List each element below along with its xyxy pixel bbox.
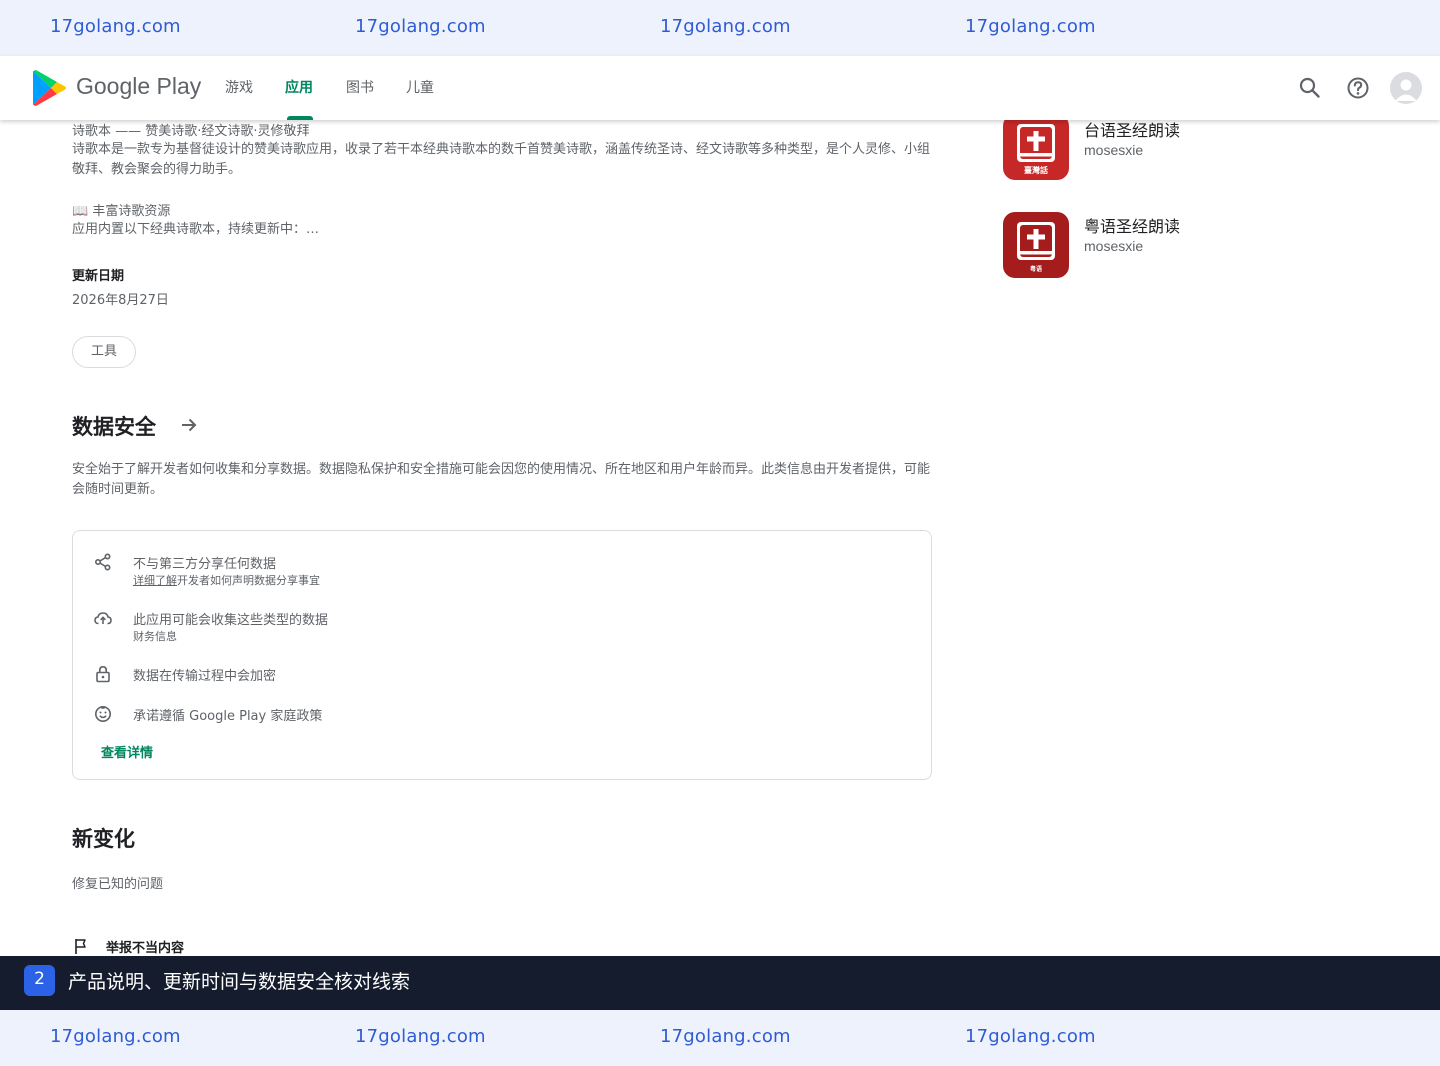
description-resource-body: 应用内置以下经典诗歌本，持续更新中：… — [72, 222, 320, 237]
app-icon-text: 臺灣話 — [1024, 166, 1048, 175]
data-safety-item-sub-text: 开发者如何声明数据分享事宜 — [177, 574, 320, 587]
watermark-text: 17golang.com — [50, 1026, 181, 1047]
help-icon[interactable] — [1344, 74, 1372, 102]
data-safety-item-main: 此应用可能会收集这些类型的数据 — [133, 613, 329, 628]
updated-date-value: 2026年8月27日 — [72, 293, 169, 308]
watermark-text: 17golang.com — [660, 1026, 791, 1047]
whats-new-body: 修复已知的问题 — [72, 877, 164, 892]
google-play-logo-icon[interactable] — [30, 69, 68, 107]
data-safety-item-sub: 详细了解开发者如何声明数据分享事宜 — [133, 572, 320, 588]
data-safety-card: 不与第三方分享任何数据 详细了解开发者如何声明数据分享事宜 此应用可能会收集这些… — [72, 530, 932, 780]
similar-app-name: 粤语圣经朗读 — [1084, 217, 1181, 236]
app-icon-text: 粤语 — [1029, 266, 1042, 273]
data-safety-title[interactable]: 数据安全 — [72, 411, 156, 441]
data-safety-description: 安全始于了解开发者如何收集和分享数据。数据隐私保护和安全措施可能会因您的使用情况… — [72, 462, 931, 497]
watermark-text: 17golang.com — [355, 1026, 486, 1047]
nav-tab-kids[interactable]: 儿童 — [406, 56, 434, 120]
similar-app-card[interactable]: 粤语 粤语圣经朗读 mosesxie — [1003, 210, 1303, 280]
watermark-bar-top: 17golang.com 17golang.com 17golang.com 1… — [0, 0, 1440, 56]
family-icon — [95, 706, 111, 722]
caption-bar: 2 产品说明、更新时间与数据安全核对线索 — [0, 956, 1440, 1010]
lock-icon — [96, 665, 110, 683]
description-title-line: 诗歌本 —— 赞美诗歌·经文诗歌·灵修敬拜 — [72, 124, 310, 139]
see-details-link[interactable]: 查看详情 — [101, 742, 153, 761]
watermark-bar-bottom: 17golang.com 17golang.com 17golang.com 1… — [0, 1010, 1440, 1066]
account-icon[interactable] — [1390, 72, 1422, 104]
top-app-bar: Google Play 游戏 应用 图书 儿童 — [0, 56, 1440, 120]
learn-more-link[interactable]: 详细了解 — [133, 574, 177, 587]
arrow-right-icon[interactable] — [178, 414, 200, 436]
watermark-text: 17golang.com — [965, 1026, 1096, 1047]
data-safety-item-main: 承诺遵循 Google Play 家庭政策 — [133, 709, 323, 724]
description-body: 诗歌本是一款专为基督徒设计的赞美诗歌应用，收录了若干本经典诗歌本的数千首赞美诗歌… — [72, 142, 931, 177]
similar-app-developer: mosesxie — [1084, 142, 1144, 158]
report-button[interactable]: 举报不当内容 — [72, 936, 252, 956]
nav-tab-apps[interactable]: 应用 — [285, 56, 313, 120]
nav-tab-books[interactable]: 图书 — [346, 56, 374, 120]
similar-app-card[interactable]: 臺灣話 台语圣经朗读 mosesxie — [1003, 114, 1303, 184]
description-resource-title: 📖 丰富诗歌资源 — [72, 204, 171, 219]
nav-tab-games[interactable]: 游戏 — [225, 56, 253, 120]
step-badge: 2 — [24, 965, 55, 996]
share-icon — [94, 553, 111, 571]
watermark-text: 17golang.com — [355, 16, 486, 37]
report-label: 举报不当内容 — [106, 941, 185, 956]
active-tab-indicator — [287, 116, 313, 120]
watermark-text: 17golang.com — [965, 16, 1096, 37]
data-safety-item-sub: 财务信息 — [133, 630, 177, 643]
similar-app-developer: mosesxie — [1084, 238, 1144, 254]
watermark-text: 17golang.com — [660, 16, 791, 37]
caption-text: 产品说明、更新时间与数据安全核对线索 — [68, 971, 411, 993]
brand-name[interactable]: Google Play — [76, 73, 201, 100]
updated-date-label: 更新日期 — [72, 269, 125, 284]
cloud-upload-icon — [94, 612, 112, 625]
data-safety-item-main: 数据在传输过程中会加密 — [133, 669, 277, 684]
flag-icon — [75, 939, 86, 954]
search-icon[interactable] — [1296, 74, 1324, 102]
category-chip[interactable]: 工具 — [72, 336, 136, 368]
similar-app-name: 台语圣经朗读 — [1084, 121, 1181, 140]
watermark-text: 17golang.com — [50, 16, 181, 37]
whats-new-title: 新变化 — [72, 827, 135, 851]
data-safety-item-main: 不与第三方分享任何数据 — [133, 557, 277, 572]
